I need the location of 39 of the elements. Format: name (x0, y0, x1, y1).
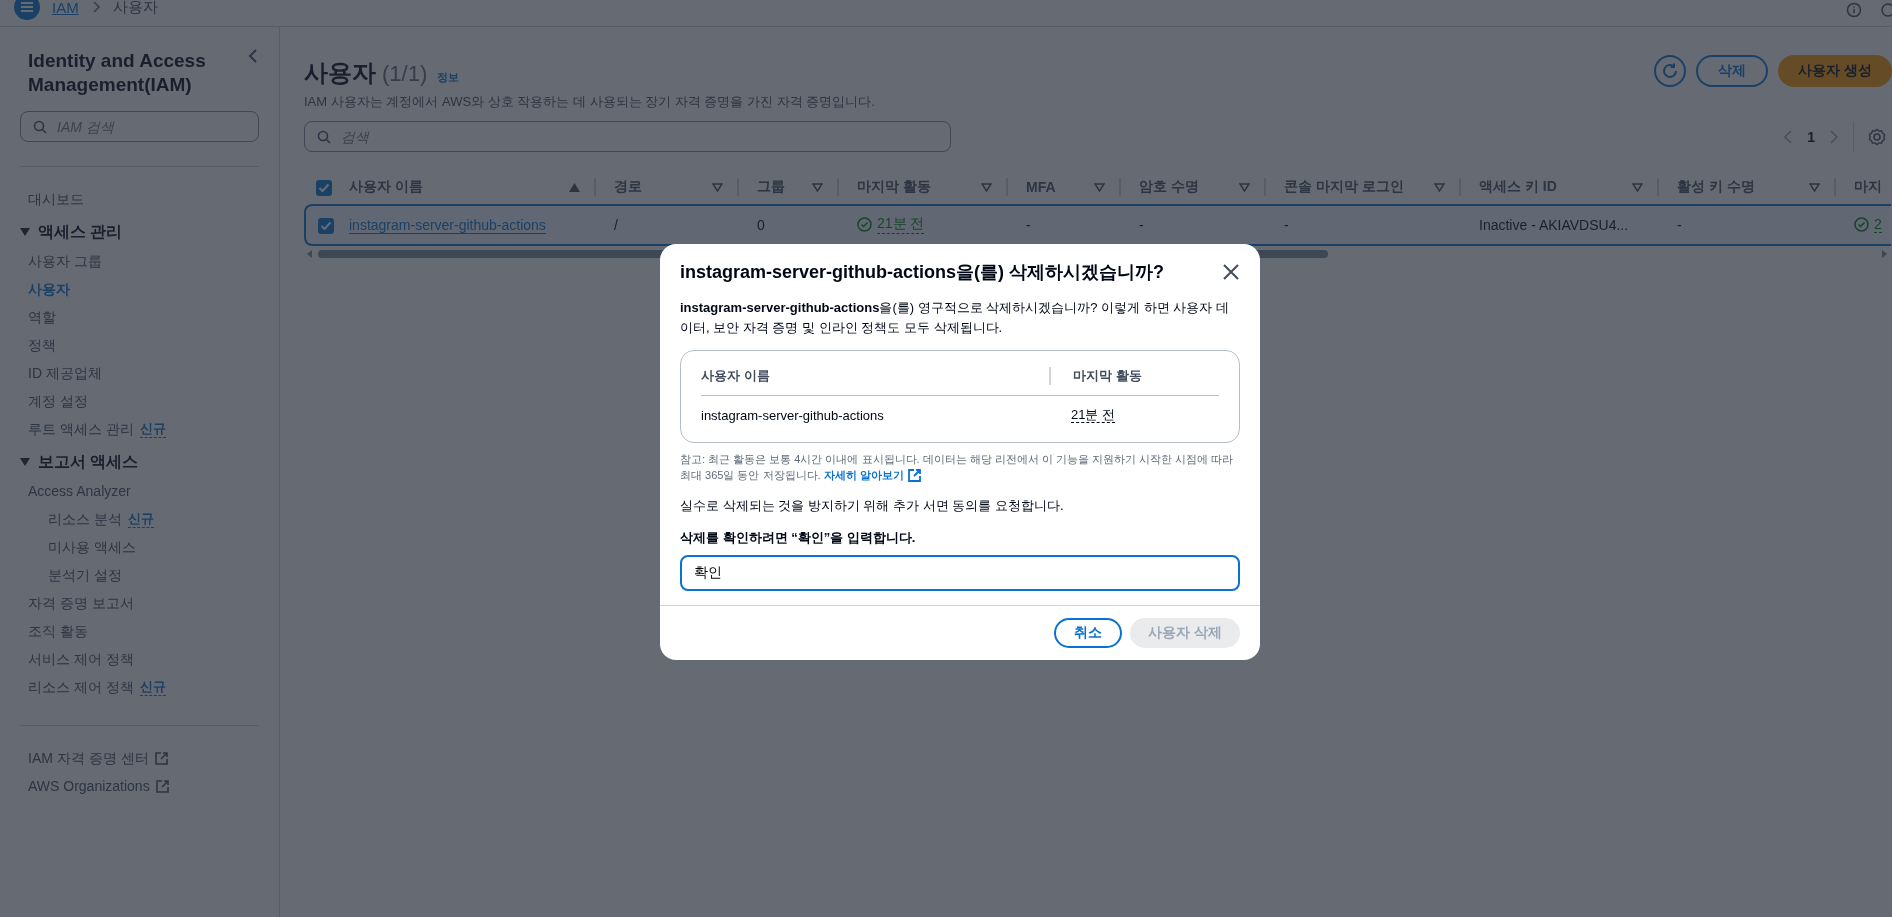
column-header[interactable]: 콘솔 마지막 로그인 (1284, 178, 1404, 196)
external-link-icon (907, 468, 921, 482)
cancel-button[interactable]: 취소 (1054, 618, 1123, 648)
table-cell: Inactive - AKIAVDSU4... (1479, 217, 1629, 233)
table-cell: - (1139, 217, 1144, 233)
column-header[interactable]: 사용자 이름 (349, 178, 423, 196)
sidebar-title: Identity and Access Management(IAM) (28, 49, 207, 97)
learn-more-link[interactable]: 자세히 알아보기 (823, 467, 921, 483)
column-header[interactable]: 마지막 활동 (857, 178, 931, 196)
consent-text: 실수로 삭제되는 것을 방지하기 위해 추가 서면 동의를 요청합니다. (680, 497, 1065, 515)
column-header: 사용자 이름 (701, 367, 771, 385)
dialog-message: instagram-server-github-actions을(를) 영구적으로 삭제하시겠습니까? 이렇게 하면 사용자 데이터, 보안 자격 증명 및 인라인 정책도 모두 삭제됩니다. (680, 299, 1230, 337)
confirm-label: 삭제를 확인하려면 “확인”을 입력합니다. (680, 529, 917, 547)
close-icon[interactable] (1222, 263, 1240, 281)
column-header[interactable]: 활성 키 수명 (1677, 178, 1755, 196)
column-header: 마지막 활동 (1049, 367, 1142, 385)
column-header[interactable]: 경로 (614, 178, 642, 196)
table-cell: / (614, 217, 618, 233)
table-cell-text: instagram-server-github-actions (701, 407, 885, 423)
breadcrumb-link[interactable]: IAM (52, 0, 79, 16)
info-link[interactable]: 정보 (437, 70, 460, 85)
section-heading[interactable]: 액세스 관리 (38, 221, 123, 243)
section-heading[interactable]: 보고서 액세스 (38, 451, 139, 473)
column-header[interactable]: 마지 (1854, 178, 1882, 196)
column-header[interactable]: 액세스 키 ID (1479, 178, 1557, 196)
table-cell: - (1677, 217, 1682, 233)
page-title: 사용자 (304, 58, 376, 88)
table-cell: - (1284, 217, 1289, 233)
column-header[interactable]: MFA (1026, 179, 1056, 195)
column-header[interactable]: 그룹 (757, 178, 785, 196)
table-cell: 21분 전 (1071, 407, 1116, 423)
table-cell: - (1026, 217, 1031, 233)
breadcrumb-current: 사용자 (112, 0, 158, 17)
column-header[interactable]: 암호 수명 (1139, 178, 1199, 196)
note-text: 참고: 최근 활동은 보통 4시간 이내에 표시됩니다. 데이터는 해당 리전에서 이 기능을 지원하기 시작한 시점에 따라 최대 365일 동안 저장됩니다. 자세히 알아보기 (680, 452, 1235, 483)
confirm-input-field[interactable]: 확인 (680, 555, 1240, 591)
dialog-title: instagram-server-github-actions을(를) 삭제하시겠습니까? (680, 261, 1165, 284)
table-cell: 0 (757, 217, 765, 233)
page-number[interactable]: 1 (1807, 128, 1815, 145)
